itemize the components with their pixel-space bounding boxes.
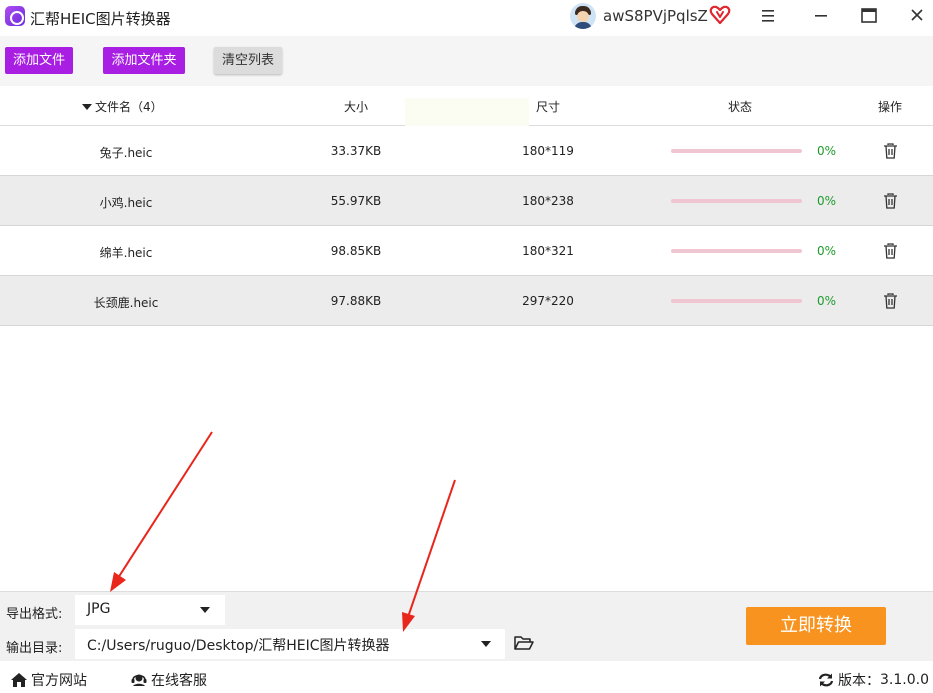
progress-percent: 0% xyxy=(817,244,837,258)
format-select-value: JPG xyxy=(87,601,111,617)
file-dimensions: 180*238 xyxy=(522,194,574,208)
version-value: 3.1.0.0 xyxy=(880,672,929,688)
refresh-icon xyxy=(818,673,834,687)
output-settings: 导出格式: JPG 输出目录: C:/Users/ruguo/Desktop/汇… xyxy=(0,591,933,661)
file-table-body: 兔子.heic 33.37KB 180*119 0% 小鸡.heic 55.97… xyxy=(0,126,933,326)
progress-percent: 0% xyxy=(817,144,837,158)
user-avatar[interactable] xyxy=(570,3,596,29)
app-logo-icon xyxy=(5,6,25,26)
file-size: 97.88KB xyxy=(330,294,382,308)
file-dimensions: 297*220 xyxy=(522,294,574,308)
trash-icon[interactable] xyxy=(883,293,898,309)
column-header-size: 大小 xyxy=(344,100,369,114)
vip-heart-icon[interactable] xyxy=(709,4,731,26)
trash-icon[interactable] xyxy=(883,143,898,159)
online-service-link[interactable]: 在线客服 xyxy=(130,670,207,690)
table-row[interactable]: 兔子.heic 33.37KB 180*119 0% xyxy=(0,126,933,176)
column-header-operation: 操作 xyxy=(878,100,903,114)
official-website-label: 官方网站 xyxy=(31,673,87,689)
column-header-name[interactable]: 文件名（4） xyxy=(82,98,163,115)
table-row[interactable]: 长颈鹿.heic 97.88KB 297*220 0% xyxy=(0,276,933,326)
file-size: 55.97KB xyxy=(330,194,382,208)
progress-bar xyxy=(671,199,802,203)
sort-descending-icon xyxy=(82,104,92,110)
chevron-down-icon xyxy=(200,607,210,613)
file-dimensions: 180*321 xyxy=(522,244,574,258)
toolbar: 添加文件 添加文件夹 清空列表 xyxy=(0,36,933,86)
file-size: 33.37KB xyxy=(330,144,382,158)
progress-bar xyxy=(671,299,802,303)
version-info[interactable]: 版本： 3.1.0.0 xyxy=(817,670,929,690)
footer: 官方网站 在线客服 版本： 3.1.0.0 xyxy=(0,662,933,693)
official-website-link[interactable]: 官方网站 xyxy=(10,670,87,690)
app-title: 汇帮HEIC图片转换器 xyxy=(30,10,171,28)
add-file-button[interactable]: 添加文件 xyxy=(5,47,73,74)
folder-open-icon[interactable] xyxy=(514,635,534,651)
format-select[interactable]: JPG xyxy=(75,595,225,625)
column-header-status: 状态 xyxy=(728,100,753,114)
progress-bar xyxy=(671,249,802,253)
table-row[interactable]: 绵羊.heic 98.85KB 180*321 0% xyxy=(0,226,933,276)
close-icon[interactable] xyxy=(904,4,930,28)
username[interactable]: awS8PVjPqlsZ xyxy=(603,7,708,25)
convert-now-button[interactable]: 立即转换 xyxy=(746,607,886,645)
trash-icon[interactable] xyxy=(883,243,898,259)
title-bar: 汇帮HEIC图片转换器 awS8PVjPqlsZ xyxy=(0,0,933,34)
file-size: 98.85KB xyxy=(330,244,382,258)
progress-bar xyxy=(671,149,802,153)
chevron-down-icon xyxy=(481,641,491,647)
online-service-label: 在线客服 xyxy=(151,673,207,689)
annotation-arrow-format xyxy=(110,431,213,592)
output-dir-select[interactable]: C:/Users/ruguo/Desktop/汇帮HEIC图片转换器 xyxy=(75,629,505,659)
progress-percent: 0% xyxy=(817,294,837,308)
clear-list-button[interactable]: 清空列表 xyxy=(214,47,282,74)
column-header-dimensions: 尺寸 xyxy=(536,100,561,114)
file-name: 长颈鹿.heic xyxy=(93,296,159,310)
minimize-icon[interactable] xyxy=(808,4,834,28)
file-name: 绵羊.heic xyxy=(99,246,153,260)
home-icon xyxy=(11,673,27,687)
file-dimensions: 180*119 xyxy=(522,144,574,158)
file-name: 小鸡.heic xyxy=(99,196,153,210)
format-label: 导出格式: xyxy=(6,607,63,622)
output-dir-label: 输出目录: xyxy=(6,641,63,656)
hamburger-menu-icon[interactable] xyxy=(755,4,781,28)
output-dir-value: C:/Users/ruguo/Desktop/汇帮HEIC图片转换器 xyxy=(87,638,390,654)
version-label: 版本： xyxy=(838,673,880,689)
add-folder-button[interactable]: 添加文件夹 xyxy=(103,47,185,74)
column-header-name-label: 文件名（4） xyxy=(95,100,163,114)
progress-percent: 0% xyxy=(817,194,837,208)
table-row[interactable]: 小鸡.heic 55.97KB 180*238 0% xyxy=(0,176,933,226)
headset-icon xyxy=(131,674,147,686)
file-name: 兔子.heic xyxy=(99,146,153,160)
trash-icon[interactable] xyxy=(883,193,898,209)
maximize-icon[interactable] xyxy=(856,4,882,28)
